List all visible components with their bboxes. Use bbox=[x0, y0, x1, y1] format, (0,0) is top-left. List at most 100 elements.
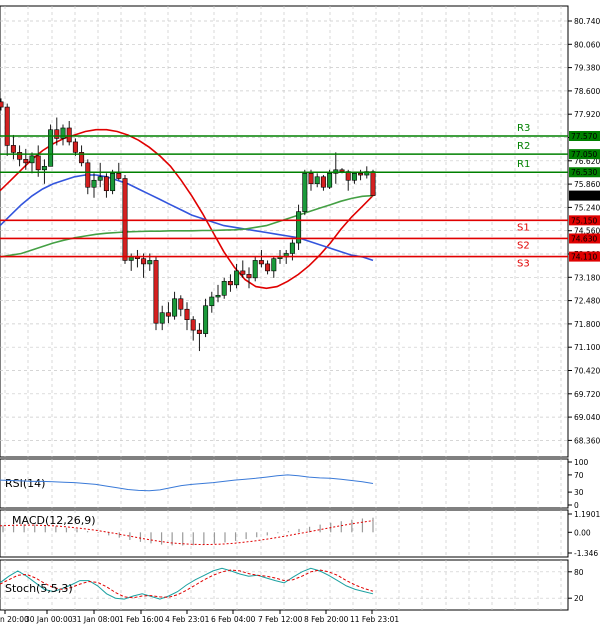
rsi-tick-label: 0 bbox=[574, 501, 579, 510]
candle-body bbox=[29, 155, 35, 164]
candle-body bbox=[23, 159, 29, 164]
candle-body bbox=[252, 260, 258, 279]
candle bbox=[302, 169, 308, 216]
rsi-label: RSI(14) bbox=[5, 477, 45, 490]
candle-body bbox=[289, 242, 295, 254]
time-tick-label: 1 Feb 16:00 bbox=[119, 615, 164, 624]
candle-body bbox=[128, 256, 134, 261]
level-price-label: 77.570 bbox=[571, 132, 597, 141]
candle-body bbox=[209, 296, 215, 307]
candle bbox=[153, 256, 159, 331]
candle-body bbox=[0, 101, 4, 108]
stoch-label: Stoch(5,5,3) bbox=[5, 582, 73, 595]
candle-body bbox=[358, 172, 364, 176]
candle-body bbox=[122, 178, 128, 261]
level-name-s2: S2 bbox=[517, 240, 530, 251]
candle-body bbox=[97, 176, 103, 181]
candle-body bbox=[227, 281, 233, 286]
candle-body bbox=[35, 155, 41, 171]
level-price-label: 74.110 bbox=[571, 253, 597, 262]
candle-body bbox=[178, 298, 184, 310]
price-tick-label: 69.040 bbox=[574, 413, 600, 422]
stoch-panel: 80 20 Stoch(5,5,3) bbox=[0, 559, 584, 611]
candle-body bbox=[66, 127, 72, 143]
candle-body bbox=[184, 308, 190, 320]
price-tick-label: 75.240 bbox=[574, 203, 600, 212]
level-name-r2: R2 bbox=[517, 141, 530, 152]
candle-body bbox=[339, 169, 345, 172]
candle-body bbox=[60, 127, 66, 139]
macd-panel: 1.1901 0.00 -1.346 MACD(12,26,9) bbox=[0, 509, 600, 558]
candle-body bbox=[4, 106, 10, 146]
price-tick-label: 78.600 bbox=[574, 87, 600, 96]
level-price-label: 77.050 bbox=[571, 150, 597, 159]
level-price-label: 75.150 bbox=[571, 216, 597, 225]
candle-body bbox=[314, 176, 320, 185]
candle bbox=[370, 169, 376, 196]
candle-body bbox=[159, 312, 165, 324]
candle-body bbox=[147, 260, 153, 265]
rsi-tick-label: 100 bbox=[574, 458, 589, 467]
price-tick-label: 73.180 bbox=[574, 273, 600, 282]
time-tick-label: 31 Jan 08:00 bbox=[72, 615, 120, 624]
candle-body bbox=[165, 312, 171, 317]
level-price-label: 74.630 bbox=[571, 234, 597, 243]
candle-body bbox=[221, 281, 227, 296]
rsi-tick-label: 70 bbox=[574, 471, 584, 480]
candle-body bbox=[320, 176, 326, 188]
candle-body bbox=[103, 176, 109, 192]
stoch-tick-label: 20 bbox=[574, 594, 584, 603]
candle-body bbox=[258, 260, 264, 265]
candle-body bbox=[190, 319, 196, 331]
candle bbox=[252, 256, 258, 282]
level-name-s1: S1 bbox=[517, 222, 530, 233]
candle-body bbox=[215, 294, 221, 298]
current-price-label: 75.860 bbox=[571, 192, 597, 201]
candle-body bbox=[240, 270, 246, 275]
price-tick-label: 79.380 bbox=[574, 64, 600, 73]
price-tick-label: 69.720 bbox=[574, 390, 600, 399]
candle-body bbox=[172, 298, 178, 317]
price-tick-label: 80.740 bbox=[574, 17, 600, 26]
level-name-r1: R1 bbox=[517, 159, 530, 170]
price-tick-label: 71.800 bbox=[574, 320, 600, 329]
time-tick-label: 8 Feb 20:00 bbox=[304, 615, 349, 624]
candle-body bbox=[203, 305, 209, 334]
candle-body bbox=[72, 141, 78, 153]
macd-label: MACD(12,26,9) bbox=[12, 514, 96, 527]
candle-body bbox=[351, 172, 357, 181]
candle-body bbox=[116, 172, 122, 179]
candle bbox=[110, 169, 116, 195]
candle-body bbox=[153, 260, 159, 324]
level-price-label: 76.530 bbox=[571, 168, 597, 177]
time-tick-label: 7 Feb 12:00 bbox=[258, 615, 303, 624]
candle-body bbox=[10, 145, 16, 153]
rsi-tick-label: 30 bbox=[574, 488, 584, 497]
candle-body bbox=[327, 172, 333, 188]
time-tick-label: 4 Feb 23:01 bbox=[165, 615, 210, 624]
price-tick-label: 72.480 bbox=[574, 297, 600, 306]
candle-body bbox=[141, 258, 147, 265]
candle-body bbox=[196, 329, 202, 334]
candle bbox=[48, 124, 54, 167]
candle-body bbox=[246, 274, 252, 279]
time-tick-label: 11 Feb 23:01 bbox=[350, 615, 399, 624]
candle-body bbox=[271, 258, 277, 272]
candle-body bbox=[54, 129, 60, 139]
candle-body bbox=[308, 172, 314, 185]
macd-tick-label: 0.00 bbox=[574, 528, 591, 537]
candle bbox=[122, 175, 128, 264]
stoch-tick-label: 80 bbox=[574, 568, 584, 577]
price-tick-label: 80.060 bbox=[574, 40, 600, 49]
price-panel: 80.74080.06079.38078.60077.92077.30076.6… bbox=[0, 5, 600, 458]
price-tick-label: 68.360 bbox=[574, 436, 600, 445]
price-tick-label: 71.100 bbox=[574, 343, 600, 352]
time-axis: n 20:0030 Jan 00:00 31 Jan 08:00 1 Feb 16:… bbox=[0, 610, 399, 624]
candle-body bbox=[91, 179, 97, 188]
candle-body bbox=[41, 166, 47, 171]
candle-body bbox=[302, 172, 308, 212]
candle-body bbox=[234, 270, 240, 286]
time-tick-label: 6 Feb 04:00 bbox=[211, 615, 256, 624]
candle-body bbox=[265, 263, 271, 272]
candle-body bbox=[85, 162, 91, 188]
